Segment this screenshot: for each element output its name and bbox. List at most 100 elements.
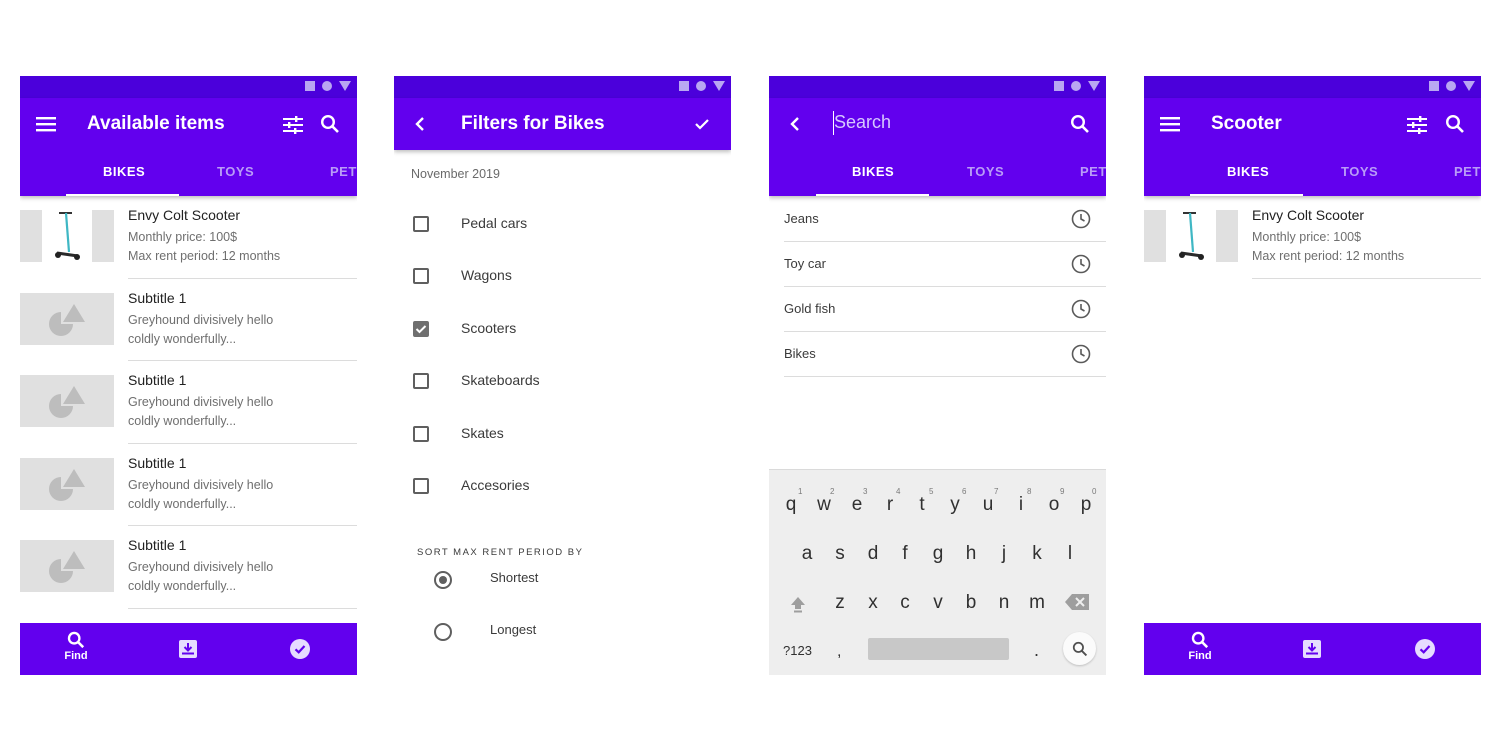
- checkbox-pedal-cars[interactable]: Pedal cars: [394, 209, 731, 239]
- list-item[interactable]: Subtitle 1 Greyhound divisively hello co…: [20, 279, 357, 361]
- radio-label: Longest: [490, 622, 537, 637]
- radio-selected-icon[interactable]: [434, 571, 452, 589]
- key-h[interactable]: h: [957, 543, 985, 565]
- checkbox-label: Pedal cars: [461, 215, 528, 231]
- item-list: Envy Colt Scooter Monthly price: 100$ Ma…: [20, 196, 357, 609]
- search-icon[interactable]: [1067, 111, 1093, 137]
- tab-pet[interactable]: PET: [1454, 164, 1481, 179]
- checkbox-accesories[interactable]: Accesories: [394, 471, 731, 501]
- key-a[interactable]: a: [793, 543, 821, 565]
- tab-toys[interactable]: TOYS: [967, 164, 1004, 179]
- key-q[interactable]: q: [777, 494, 805, 516]
- radio-icon[interactable]: [434, 623, 452, 641]
- screen-search: Search BIKES TOYS PET Jeans Toy car Gold…: [769, 76, 1106, 675]
- checkbox-icon[interactable]: [413, 216, 429, 232]
- search-icon[interactable]: [317, 111, 343, 137]
- key-o[interactable]: o: [1040, 494, 1068, 516]
- key-g[interactable]: g: [924, 543, 952, 565]
- radio-longest[interactable]: Longest: [394, 620, 731, 644]
- history-item[interactable]: Jeans: [784, 197, 1106, 242]
- check-icon[interactable]: [689, 111, 715, 137]
- history-item[interactable]: Gold fish: [784, 287, 1106, 332]
- tab-pet[interactable]: PET: [330, 164, 357, 179]
- key-x[interactable]: x: [859, 592, 887, 614]
- nav-find[interactable]: Find: [1170, 631, 1230, 662]
- list-item[interactable]: Subtitle 1 Greyhound divisively hello co…: [20, 526, 357, 609]
- nav-done[interactable]: [270, 639, 330, 659]
- shift-key[interactable]: [788, 594, 808, 619]
- circle-icon: [696, 81, 706, 91]
- history-item[interactable]: Toy car: [784, 242, 1106, 287]
- key-v[interactable]: v: [924, 592, 952, 614]
- key-b[interactable]: b: [957, 592, 985, 614]
- history-label: Jeans: [784, 211, 819, 226]
- tab-bikes[interactable]: BIKES: [1227, 164, 1269, 179]
- checkbox-scooters[interactable]: Scooters: [394, 314, 731, 344]
- key-r[interactable]: r: [876, 494, 904, 516]
- key-z[interactable]: z: [826, 592, 854, 614]
- tab-toys[interactable]: TOYS: [1341, 164, 1378, 179]
- checkbox-skates[interactable]: Skates: [394, 419, 731, 449]
- nav-find[interactable]: Find: [46, 631, 106, 662]
- filter-icon[interactable]: [280, 112, 306, 138]
- checkbox-icon[interactable]: [413, 268, 429, 284]
- placeholder-image: [20, 540, 114, 592]
- tab-pet[interactable]: PET: [1080, 164, 1106, 179]
- backspace-key[interactable]: [1065, 594, 1089, 615]
- checkbox-checked-icon[interactable]: [413, 321, 429, 337]
- list-item[interactable]: Subtitle 1 Greyhound divisively hello co…: [20, 444, 357, 526]
- nav-done[interactable]: [1395, 639, 1455, 659]
- key-n[interactable]: n: [990, 592, 1018, 614]
- checkbox-icon[interactable]: [413, 426, 429, 442]
- symbols-key[interactable]: ?123: [783, 643, 812, 658]
- history-item[interactable]: Bikes: [784, 332, 1106, 377]
- list-item[interactable]: Subtitle 1 Greyhound divisively hello co…: [20, 361, 357, 444]
- tab-bikes[interactable]: BIKES: [103, 164, 145, 179]
- key-d[interactable]: d: [859, 543, 887, 565]
- checkbox-icon[interactable]: [413, 373, 429, 389]
- inbox-download-icon: [1303, 640, 1321, 658]
- menu-icon[interactable]: [1157, 111, 1183, 137]
- search-input[interactable]: Search: [834, 112, 891, 133]
- search-icon[interactable]: [1442, 111, 1468, 137]
- tab-toys[interactable]: TOYS: [217, 164, 254, 179]
- key-j[interactable]: j: [990, 543, 1018, 565]
- nav-inbox[interactable]: [158, 639, 218, 659]
- nav-inbox[interactable]: [1282, 639, 1342, 659]
- list-item[interactable]: Envy Colt Scooter Monthly price: 100$ Ma…: [1144, 196, 1481, 279]
- key-u[interactable]: u: [974, 494, 1002, 516]
- item-description: coldly wonderfully...: [128, 331, 237, 346]
- menu-icon[interactable]: [33, 111, 59, 137]
- screen-available-items: Available items BIKES TOYS PET Envy Colt…: [20, 76, 357, 675]
- key-c[interactable]: c: [891, 592, 919, 614]
- keyboard-search-button[interactable]: [1063, 632, 1096, 665]
- back-icon[interactable]: [782, 111, 808, 137]
- scooter-image: [1144, 210, 1238, 262]
- key-hint: 7: [994, 487, 999, 496]
- space-key[interactable]: [868, 638, 1009, 660]
- key-s[interactable]: s: [826, 543, 854, 565]
- item-rent-period: Max rent period: 12 months: [128, 249, 281, 263]
- comma-key[interactable]: ,: [837, 643, 841, 661]
- checkbox-icon[interactable]: [413, 478, 429, 494]
- radio-shortest[interactable]: Shortest: [394, 568, 731, 592]
- key-p[interactable]: p: [1072, 494, 1100, 516]
- filter-icon[interactable]: [1404, 112, 1430, 138]
- key-m[interactable]: m: [1023, 592, 1051, 614]
- back-icon[interactable]: [407, 111, 433, 137]
- screen-filters: Filters for Bikes November 2019 Pedal ca…: [394, 76, 731, 675]
- key-y[interactable]: y: [941, 494, 969, 516]
- key-l[interactable]: l: [1056, 543, 1084, 565]
- key-e[interactable]: e: [843, 494, 871, 516]
- key-f[interactable]: f: [891, 543, 919, 565]
- checkbox-wagons[interactable]: Wagons: [394, 261, 731, 291]
- period-key[interactable]: .: [1034, 640, 1039, 661]
- list-item[interactable]: Envy Colt Scooter Monthly price: 100$ Ma…: [20, 196, 357, 279]
- key-w[interactable]: w: [810, 494, 838, 516]
- key-t[interactable]: t: [908, 494, 936, 516]
- app-bar: Scooter BIKES TOYS PET: [1144, 98, 1481, 196]
- key-k[interactable]: k: [1023, 543, 1051, 565]
- key-i[interactable]: i: [1007, 494, 1035, 516]
- checkbox-skateboards[interactable]: Skateboards: [394, 366, 731, 396]
- tab-bikes[interactable]: BIKES: [852, 164, 894, 179]
